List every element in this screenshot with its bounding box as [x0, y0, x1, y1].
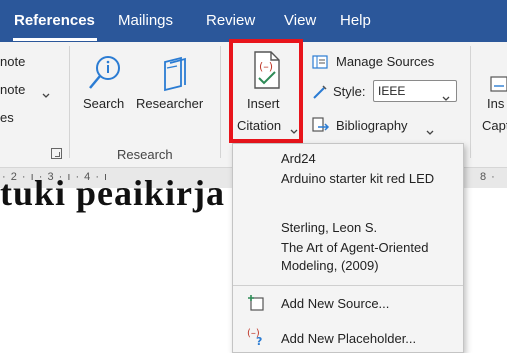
group-separator — [220, 46, 221, 158]
research-group-label: Research — [117, 147, 173, 162]
tab-help[interactable]: Help — [340, 12, 371, 29]
source-author: Sterling, Leon S. — [281, 220, 378, 235]
source-item-sterling[interactable]: Sterling, Leon S. The Art of Agent-Orien… — [233, 216, 463, 284]
ruler-ticks-right: 8 · — [480, 171, 496, 183]
insert-footnote-label[interactable]: note — [0, 54, 25, 69]
tab-mailings[interactable]: Mailings — [118, 12, 173, 29]
researcher-icon — [157, 54, 191, 97]
add-new-source-label: Add New Source... — [281, 296, 390, 311]
add-new-placeholder-label: Add New Placeholder... — [281, 331, 417, 346]
next-footnote-label[interactable]: note — [0, 82, 25, 97]
insert-caption-label[interactable]: Ins — [487, 96, 504, 111]
source-item-ard24[interactable]: Ard24 Arduino starter kit red LED — [233, 144, 463, 196]
chevron-down-icon[interactable] — [42, 86, 50, 104]
document-heading-text: tuki peaikirja — [0, 173, 226, 213]
add-new-source-item[interactable]: Add New Source... — [233, 290, 463, 316]
style-label: Style: — [333, 84, 366, 99]
bibliography-button[interactable]: Bibliography — [310, 114, 440, 136]
insert-caption-label-line2[interactable]: Capt — [482, 118, 507, 133]
manage-sources-button[interactable]: Manage Sources — [310, 52, 460, 74]
add-source-icon — [247, 294, 265, 317]
add-new-placeholder-item[interactable]: (–) ? Add New Placeholder... — [233, 324, 463, 350]
style-icon — [312, 84, 328, 105]
style-value: IEEE — [378, 84, 406, 98]
footnotes-dialog-launcher-icon[interactable] — [51, 148, 62, 159]
manage-sources-label: Manage Sources — [336, 54, 435, 69]
tab-references[interactable]: References — [14, 12, 95, 29]
search-label[interactable]: Search — [83, 96, 124, 111]
group-separator — [69, 46, 70, 158]
chevron-down-icon — [442, 89, 450, 107]
svg-text:?: ? — [256, 335, 262, 346]
bibliography-label: Bibliography — [336, 118, 408, 133]
ribbon-tab-bar: References Mailings Review View Help — [0, 0, 507, 42]
style-dropdown[interactable]: IEEE — [373, 80, 457, 102]
add-placeholder-icon: (–) ? — [247, 326, 267, 351]
show-notes-label[interactable]: es — [0, 110, 14, 125]
source-title: The Art of Agent-Oriented — [281, 240, 429, 255]
highlight-box — [229, 39, 303, 143]
tab-view[interactable]: View — [284, 12, 316, 29]
source-detail: Modeling, (2009) — [281, 258, 379, 273]
insert-citation-menu: Ard24 Arduino starter kit red LED Sterli… — [232, 143, 464, 353]
search-icon — [86, 54, 124, 99]
source-title: Arduino starter kit red LED — [281, 171, 435, 186]
group-separator — [470, 46, 471, 158]
tab-review[interactable]: Review — [206, 12, 255, 29]
chevron-down-icon — [426, 123, 434, 141]
researcher-label[interactable]: Researcher — [136, 96, 203, 111]
bibliography-icon — [312, 117, 330, 138]
active-tab-indicator — [13, 38, 97, 41]
manage-sources-icon — [312, 54, 328, 75]
source-tag: Ard24 — [281, 151, 316, 166]
menu-divider — [233, 285, 463, 286]
